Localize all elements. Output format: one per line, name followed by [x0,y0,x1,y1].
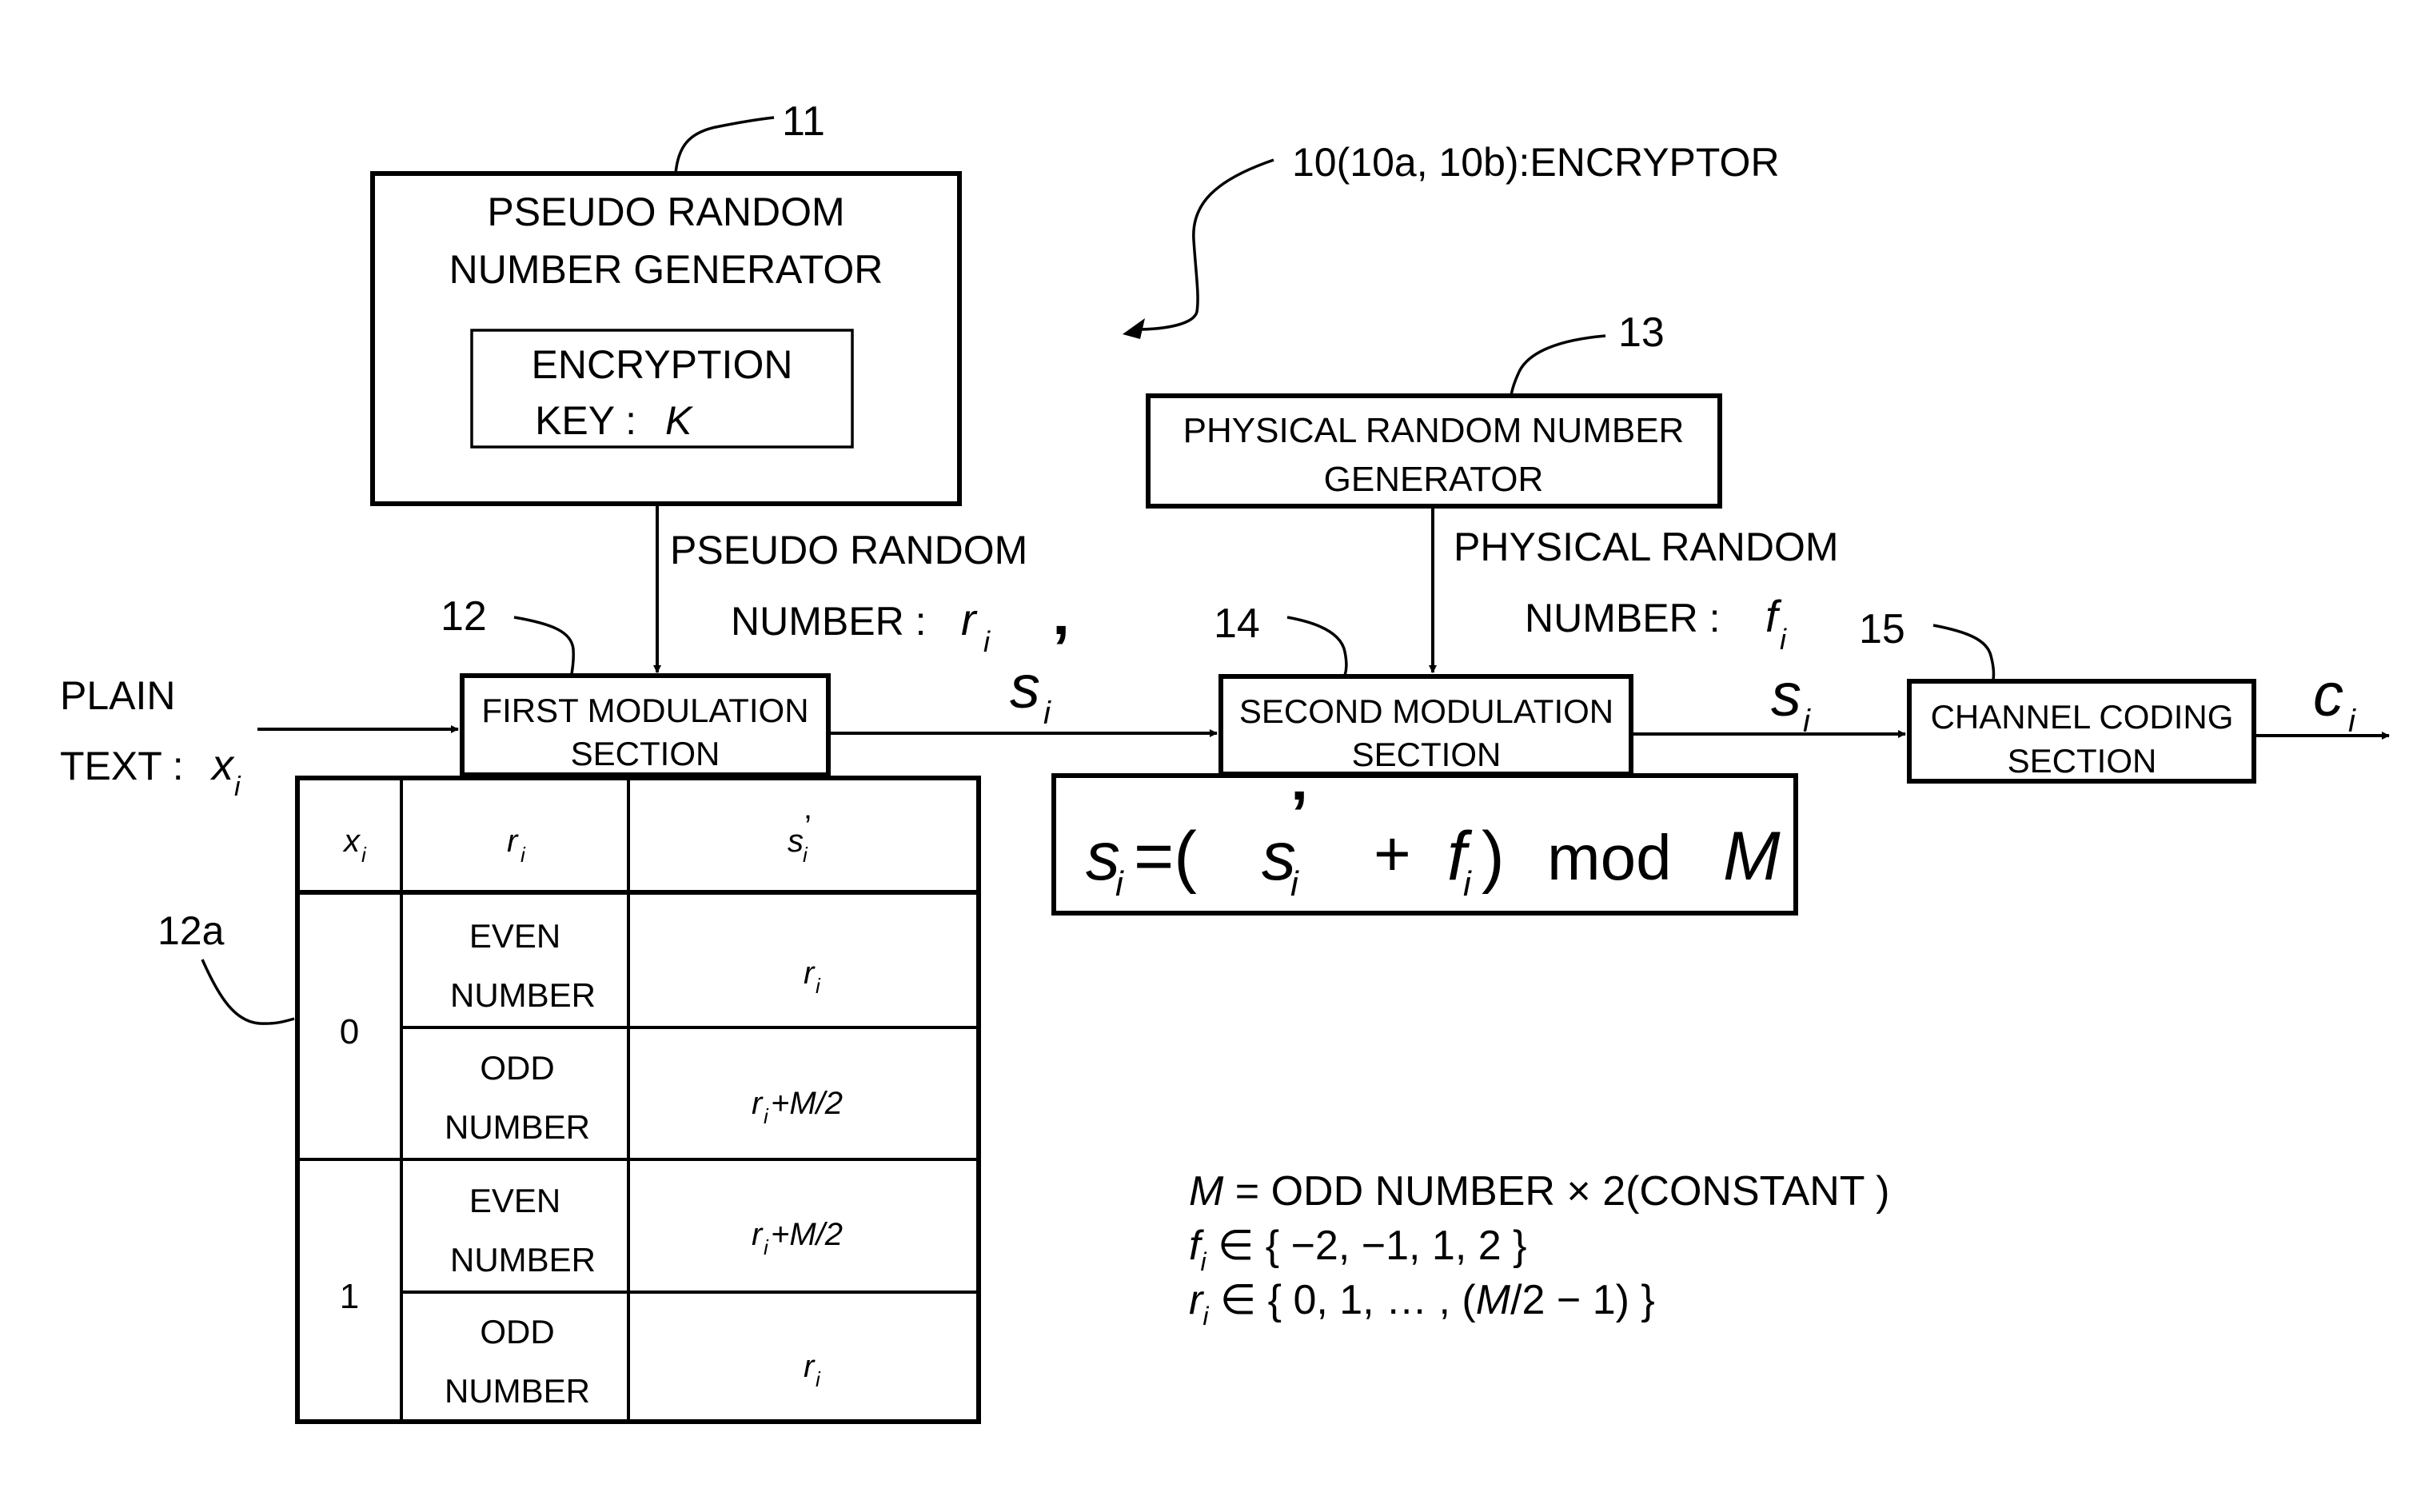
table-s-cell-suffix: +M/2 [771,1217,843,1252]
table-r-cell: ODD [480,1313,554,1350]
plain-text-symbol: x [209,741,235,789]
prng-title-line1: PSEUDO RANDOM [487,189,844,234]
physical-rng-line2: GENERATOR [1324,460,1544,499]
table-header-s-prime: ’ [804,809,812,844]
table-r-cell: NUMBER [450,1241,596,1279]
formula-plus: + [1374,818,1411,889]
physical-random-label-line2: NUMBER : [1525,596,1720,640]
leader-12a [201,959,295,1025]
encryption-key-symbol: K [665,398,694,443]
modulation-formula: s i =( s i ’ + f i ) mod M [1086,778,1781,904]
second-modulation-line2: SECTION [1352,736,1502,773]
formula-f-sub: i [1463,864,1472,904]
table-header-x: x [342,824,361,859]
encryptor-block-diagram: 10(10a, 10b):ENCRYPTOR 11 PSEUDO RANDOM … [60,98,2390,1424]
table-x-value-1: 1 [340,1277,359,1316]
encryption-key-line1: ENCRYPTION [532,342,793,387]
note-r-M: M [1476,1277,1511,1323]
ref-12a: 12a [158,908,225,953]
pseudo-random-subscript: i [983,625,991,658]
encryptor-arrowhead-icon [1123,318,1145,339]
table-s-cell: r [752,1086,764,1121]
ref-14: 14 [1214,600,1260,647]
table-x-value-0: 0 [340,1012,359,1051]
formula-prime: ’ [1290,778,1308,849]
table-r-cell: NUMBER [445,1372,590,1410]
note-f-text: ∈ { −2, −1, 1, 2 } [1206,1223,1527,1269]
physical-rng-line1: PHYSICAL RANDOM NUMBER [1183,411,1685,450]
first-modulation-line2: SECTION [571,735,720,772]
encryption-key-prefix: KEY : [535,398,636,443]
pseudo-random-label-line1: PSEUDO RANDOM [670,528,1027,572]
s-prime-symbol: s [1010,653,1040,721]
table-s-cell: r [752,1217,764,1252]
table-r-cell: EVEN [469,1182,560,1219]
note-M-symbol: M [1189,1168,1224,1215]
physical-random-label-line1: PHYSICAL RANDOM [1454,525,1839,569]
modulation-table: x i r i s i ’ 0 EVEN NUMBER r i ODD NUMB… [295,776,981,1424]
table-s-cell: r [804,955,816,991]
leader-15 [1932,624,1996,680]
leader-11 [674,116,775,174]
note-r-text-b: /2 − 1) } [1510,1277,1655,1323]
definitions: M = ODD NUMBER × 2(CONSTANT ) fi ∈ { −2,… [1189,1168,1889,1330]
leader-12 [513,616,575,675]
table-s-cell-suffix: +M/2 [771,1086,843,1121]
ref-11: 11 [782,98,825,145]
encryptor-leader-arrow [1135,158,1274,331]
physical-random-subscript: i [1780,623,1787,656]
note-r-text-a: ∈ { 0, 1, … , ( [1208,1277,1476,1323]
table-s-cell-sub: i [816,974,821,998]
formula-M: M [1723,818,1781,895]
note-r: ri ∈ { 0, 1, … , (M/2 − 1) } [1189,1277,1655,1330]
table-s-cell-sub: i [764,1104,769,1128]
second-modulation-line1: SECOND MODULATION [1239,692,1613,730]
table-header-x-sub: i [361,843,367,867]
formula-rparen: ) [1482,818,1505,895]
note-M: M = ODD NUMBER × 2(CONSTANT ) [1189,1168,1889,1215]
leader-14 [1286,616,1348,676]
plain-text-subscript: i [234,772,241,802]
c-symbol: c [2313,661,2343,729]
table-r-cell: NUMBER [450,976,596,1014]
table-border [295,776,981,1424]
table-header-r: r [507,824,519,859]
table-r-cell: ODD [480,1049,554,1087]
table-header-s: s [788,824,804,859]
prng-title-line2: NUMBER GENERATOR [449,247,883,292]
s-prime-subscript: i [1043,696,1051,731]
c-subscript: i [2348,704,2356,739]
ref-12: 12 [441,593,487,640]
formula-s-prime-sub: i [1290,864,1299,904]
first-modulation-line1: FIRST MODULATION [481,692,808,729]
table-s-cell-sub: i [764,1235,769,1259]
s-symbol: s [1771,661,1801,729]
channel-coding-line1: CHANNEL CODING [1931,698,2234,736]
plain-text-label-line1: PLAIN [60,673,176,718]
ref-15: 15 [1859,606,1905,652]
encryptor-label: 10(10a, 10b):ENCRYPTOR [1292,140,1780,185]
formula-eq: =( [1134,818,1197,895]
table-r-cell: NUMBER [445,1108,590,1146]
plain-text-label-line2: TEXT : [60,744,184,788]
note-f: fi ∈ { −2, −1, 1, 2 } [1189,1223,1526,1276]
table-s-cell-sub: i [816,1367,821,1391]
channel-coding-line2: SECTION [2008,742,2157,780]
leader-13 [1510,334,1606,397]
table-r-cell: EVEN [469,917,560,955]
table-header-r-sub: i [520,843,526,867]
table-s-cell: r [804,1349,816,1384]
formula-s-sub: i [1115,864,1124,904]
pseudo-random-symbol: r [961,594,978,644]
formula-mod: mod [1547,822,1672,893]
pseudo-random-label-line2: NUMBER : [731,599,926,644]
s-subscript: i [1803,704,1811,739]
s-prime-mark: ’ [1052,612,1070,684]
ref-13: 13 [1618,309,1665,356]
note-M-text: = ODD NUMBER × 2(CONSTANT ) [1223,1168,1889,1215]
table-header-s-sub: i [803,843,808,867]
